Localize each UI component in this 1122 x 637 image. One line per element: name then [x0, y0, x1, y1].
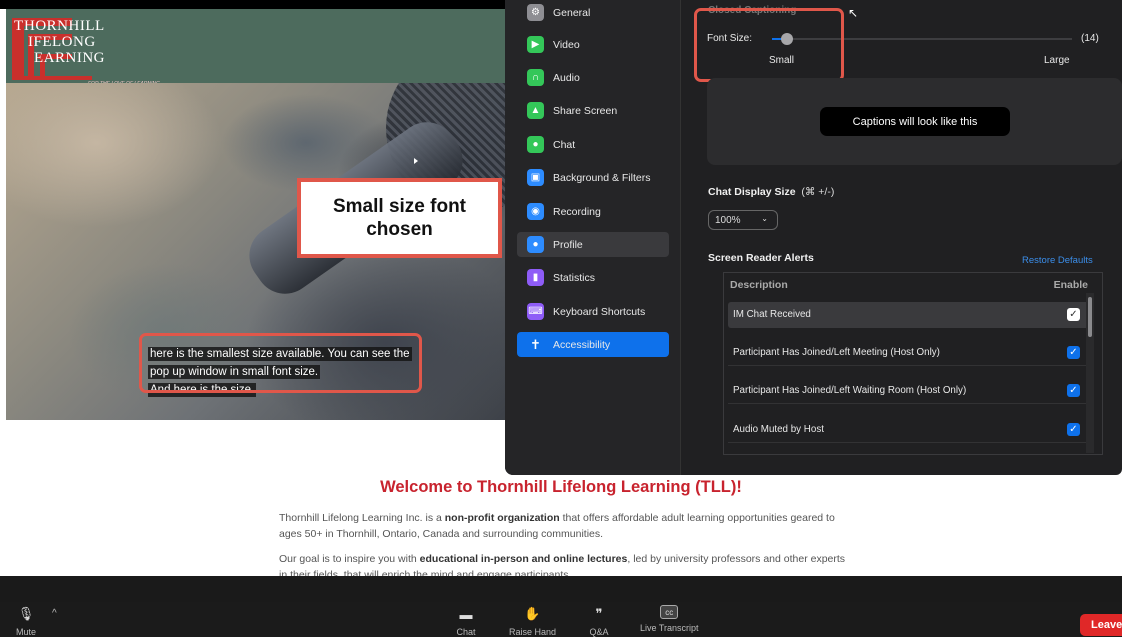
sidebar-item-label: Keyboard Shortcuts	[553, 305, 646, 318]
welcome-heading: Welcome to Thornhill Lifelong Learning (…	[380, 478, 742, 496]
live-transcript-button[interactable]: cc Live Transcript	[640, 605, 699, 633]
enable-checkbox[interactable]: ✓	[1067, 308, 1080, 321]
sidebar-item-label: Chat	[553, 138, 576, 151]
font-size-value: (14)	[1081, 33, 1099, 44]
sidebar-item-label: Audio	[553, 71, 580, 84]
enable-checkbox[interactable]: ✓	[1067, 384, 1080, 397]
headphones-icon: ∩	[527, 69, 544, 86]
accessibility-settings: Closed Captioning Font Size: (14) Small …	[682, 0, 1122, 475]
sidebar-item-share-screen[interactable]: ▲ Share Screen	[517, 98, 669, 123]
table-header: Description Enable	[724, 273, 1094, 297]
sidebar-item-statistics[interactable]: ▮ Statistics	[517, 265, 669, 290]
sidebar-item-accessibility[interactable]: ✝ Accessibility	[517, 332, 669, 357]
table-row[interactable]: Participant Has Joined/Left Waiting Room…	[728, 378, 1090, 404]
mute-button[interactable]: 🎙 Mute	[16, 605, 36, 637]
sidebar-item-label: Accessibility	[553, 338, 611, 351]
sidebar-item-label: General	[553, 6, 591, 19]
chat-icon: ●	[527, 136, 544, 153]
column-description: Description	[730, 279, 788, 291]
qa-icon: ❞	[595, 606, 603, 621]
caption-highlight	[139, 333, 422, 393]
video-icon: ▶	[527, 36, 544, 53]
table-scrollbar[interactable]	[1088, 297, 1092, 337]
meeting-toolbar: 🎙 Mute ^ ▬ Chat ✋ Raise Hand ❞ Q&A cc Li…	[0, 602, 1122, 637]
mouse-pointer-icon: ↖	[848, 6, 859, 20]
sidebar-item-label: Video	[553, 38, 580, 51]
logo-line-1: HORNHILL	[24, 18, 105, 34]
leave-button[interactable]: Leave	[1080, 614, 1122, 636]
table-row[interactable]: IM Chat Received ✓	[728, 302, 1090, 328]
sidebar-item-chat[interactable]: ● Chat	[517, 132, 669, 157]
chat-button[interactable]: ▬ Chat	[456, 605, 476, 637]
table-row[interactable]: Audio Muted by Host ✓	[728, 417, 1090, 443]
accessibility-icon: ✝	[530, 336, 541, 352]
annotation-callout: Small size font chosen	[297, 178, 502, 258]
screen-reader-alerts-heading: Screen Reader Alerts	[708, 252, 814, 264]
chevron-down-icon: ⌄	[761, 214, 768, 223]
slider-max-label: Large	[1044, 55, 1070, 66]
raise-hand-icon: ✋	[524, 606, 541, 621]
raise-hand-button[interactable]: ✋ Raise Hand	[509, 605, 556, 637]
intro-paragraph: Thornhill Lifelong Learning Inc. is a no…	[279, 512, 835, 540]
sidebar-item-label: Recording	[553, 205, 601, 218]
background-icon: ▣	[527, 169, 544, 186]
qa-button[interactable]: ❞ Q&A	[589, 605, 609, 637]
sidebar-item-label: Statistics	[553, 271, 596, 284]
share-screen-icon: ▲	[527, 102, 544, 119]
caption-preview: Captions will look like this	[820, 107, 1010, 136]
logo-line-2: IFELONG	[28, 34, 96, 50]
settings-sidebar: ⚙ General ▶ Video ∩ Audio ▲ Share Screen…	[505, 0, 681, 475]
enable-checkbox[interactable]: ✓	[1067, 346, 1080, 359]
sidebar-item-keyboard-shortcuts[interactable]: ⌨ Keyboard Shortcuts	[517, 299, 669, 324]
sidebar-item-background-filters[interactable]: ▣ Background & Filters	[517, 165, 669, 190]
sidebar-item-label: Profile	[553, 238, 583, 251]
restore-defaults-link[interactable]: Restore Defaults	[1022, 255, 1093, 266]
sidebar-item-video[interactable]: ▶ Video	[517, 32, 669, 57]
screen-reader-alerts-table: Description Enable IM Chat Received ✓ Pa…	[723, 272, 1103, 455]
meeting-bar-spacer	[0, 576, 1122, 602]
site-header: T HORNHILL IFELONG EARNING FOR THE LOVE …	[6, 9, 526, 87]
sidebar-item-recording[interactable]: ◉ Recording	[517, 199, 669, 224]
cc-icon: cc	[660, 605, 679, 619]
sidebar-item-profile[interactable]: ● Profile	[517, 232, 669, 257]
chat-display-size-label: Chat Display Size (⌘ +/-)	[708, 186, 835, 198]
column-enable: Enable	[1053, 279, 1088, 291]
microphone-icon: 🎙	[17, 606, 35, 621]
sidebar-item-audio[interactable]: ∩ Audio	[517, 65, 669, 90]
keyboard-icon: ⌨	[527, 303, 544, 320]
screen: { "website": { "logo": { "line1": "HORNH…	[0, 0, 1122, 637]
site-logo[interactable]: T HORNHILL IFELONG EARNING FOR THE LOVE …	[12, 18, 162, 87]
settings-window: ⚙ General ▶ Video ∩ Audio ▲ Share Screen…	[505, 0, 1122, 475]
enable-checkbox[interactable]: ✓	[1067, 423, 1080, 436]
chat-display-size-select[interactable]: 100% ⌄	[708, 210, 778, 230]
chat-bubble-icon: ▬	[459, 606, 473, 622]
sidebar-item-general[interactable]: ⚙ General	[517, 0, 669, 25]
gear-icon: ⚙	[527, 4, 544, 21]
table-row[interactable]: Participant Has Joined/Left Meeting (Hos…	[728, 340, 1090, 366]
recording-icon: ◉	[527, 203, 544, 220]
mouse-cursor	[414, 158, 418, 164]
sidebar-item-label: Share Screen	[553, 104, 618, 117]
statistics-icon: ▮	[527, 269, 544, 286]
font-size-highlight	[694, 8, 844, 82]
sidebar-item-label: Background & Filters	[553, 171, 651, 184]
chevron-up-icon[interactable]: ^	[52, 608, 57, 619]
profile-icon: ●	[527, 236, 544, 253]
logo-line-3: EARNING	[34, 50, 105, 66]
